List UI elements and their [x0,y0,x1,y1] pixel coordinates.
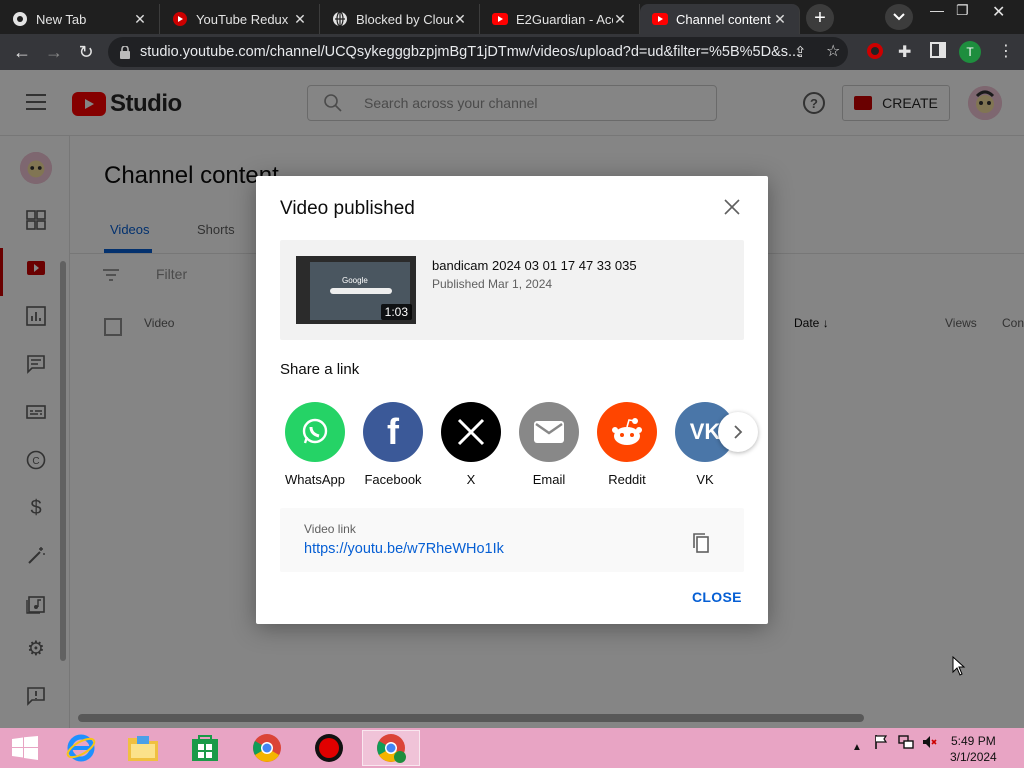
close-button[interactable]: CLOSE [692,589,742,605]
share-reddit-label: Reddit [608,472,646,487]
video-title: bandicam 2024 03 01 17 47 33 035 [432,258,637,273]
youtube-redux-icon [172,11,188,27]
share-email[interactable]: Email [510,402,588,487]
tab-search-button[interactable] [885,4,913,30]
share-reddit[interactable]: Reddit [588,402,666,487]
share-x-label: X [466,472,476,487]
tab-youtube-redux[interactable]: YouTube Redux ✕ [160,4,320,34]
extension-redux-icon[interactable] [866,42,884,65]
tab-title: Channel content [676,11,771,27]
tray-overflow-chevron-icon[interactable]: ▲ [852,742,862,753]
facebook-icon: f [363,402,423,462]
share-facebook[interactable]: f Facebook [354,402,432,487]
tab-close-icon[interactable]: ✕ [613,11,627,28]
copy-icon[interactable] [692,532,709,553]
clock-date: 3/1/2024 [950,750,997,764]
tab-close-icon[interactable]: ✕ [453,11,467,28]
restore-icon[interactable]: ❐ [956,2,969,19]
url-text: studio.youtube.com/channel/UCQsykegggbzp… [140,44,801,60]
video-published-date: Published Mar 1, 2024 [432,277,553,291]
dialog-title: Video published [280,198,415,219]
file-explorer-icon[interactable] [114,730,172,766]
video-duration: 1:03 [380,304,412,320]
globe-icon [332,11,348,27]
minimize-icon[interactable]: — [930,2,944,18]
network-icon[interactable] [898,734,914,753]
youtube-icon [652,11,668,27]
chrome-profile-taskbar-icon[interactable] [362,730,420,766]
lock-icon [120,45,130,59]
email-icon [519,402,579,462]
share-page-icon[interactable]: ⇪ [794,43,807,61]
share-label: Share a link [280,361,360,378]
reload-icon[interactable]: ↻ [70,36,102,68]
back-arrow-icon[interactable]: ← [6,36,38,68]
video-link-url[interactable]: https://youtu.be/w7RheWHo1Ik [304,541,504,557]
side-panel-icon[interactable] [930,42,946,63]
share-vk-label: VK [696,472,714,487]
tab-e2guardian[interactable]: E2Guardian - Acc ✕ [480,4,640,34]
address-bar[interactable]: studio.youtube.com/channel/UCQsykegggbzp… [108,37,848,67]
video-card: Google 1:03 bandicam 2024 03 01 17 47 33… [280,240,744,340]
volume-muted-icon[interactable] [922,734,938,753]
tab-title: YouTube Redux [196,11,289,27]
thumbnail-google-text: Google [342,276,368,285]
taskbar: ▲ 5:49 PM 3/1/2024 [0,728,1024,768]
clock-time: 5:49 PM [951,734,996,748]
dialog-close-icon[interactable] [722,198,742,218]
system-clock[interactable]: 5:49 PM 3/1/2024 [950,733,997,765]
internet-explorer-icon[interactable] [52,730,110,766]
new-tab-button[interactable]: + [806,4,834,32]
chrome-taskbar-icon[interactable] [238,730,296,766]
mouse-cursor-icon [952,656,966,676]
share-facebook-label: Facebook [364,472,422,487]
tab-close-icon[interactable]: ✕ [133,11,147,28]
start-windows-icon[interactable] [0,730,50,766]
reddit-icon [597,402,657,462]
video-link-box: Video link https://youtu.be/w7RheWHo1Ik [280,508,744,572]
share-whatsapp[interactable]: WhatsApp [276,402,354,487]
action-center-flag-icon[interactable] [874,734,888,753]
profile-avatar[interactable]: T [959,41,981,63]
forward-arrow-icon[interactable]: → [38,36,70,68]
browser-tab-strip: New Tab ✕ YouTube Redux ✕ Blocked by Clo… [0,0,1024,34]
tab-title: Blocked by Cloudf [356,11,453,27]
share-email-label: Email [532,472,566,487]
chrome-icon [12,11,28,27]
youtube-icon [492,11,508,27]
kebab-menu-icon[interactable]: ⋮ [998,41,1014,61]
store-icon[interactable] [176,730,234,766]
browser-toolbar: ← → ↻ studio.youtube.com/channel/UCQsyke… [0,34,1024,70]
video-published-dialog: Video published Google 1:03 bandicam 202… [256,176,768,624]
tab-new-tab[interactable]: New Tab ✕ [0,4,160,34]
tab-title: New Tab [36,11,87,27]
bandicam-record-icon[interactable] [300,730,358,766]
extensions-puzzle-icon[interactable]: ✚ [898,42,911,62]
tab-blocked-cloudflare[interactable]: Blocked by Cloudf ✕ [320,4,480,34]
chevron-down-icon [893,13,905,21]
window-close-icon[interactable]: ✕ [992,2,1005,22]
share-x[interactable]: X [432,402,510,487]
tab-close-icon[interactable]: ✕ [773,11,787,28]
video-thumbnail[interactable]: Google 1:03 [296,256,416,324]
x-logo-icon [441,402,501,462]
whatsapp-icon [285,402,345,462]
tab-title: E2Guardian - Acc [516,11,613,27]
tab-channel-content[interactable]: Channel content ✕ [640,4,800,34]
share-whatsapp-label: WhatsApp [285,472,345,487]
video-link-label: Video link [304,522,356,536]
thumbnail-searchbar [330,288,392,294]
tab-close-icon[interactable]: ✕ [293,11,307,28]
bookmark-star-icon[interactable]: ☆ [826,41,840,61]
share-next-chevron-icon[interactable] [718,412,758,452]
